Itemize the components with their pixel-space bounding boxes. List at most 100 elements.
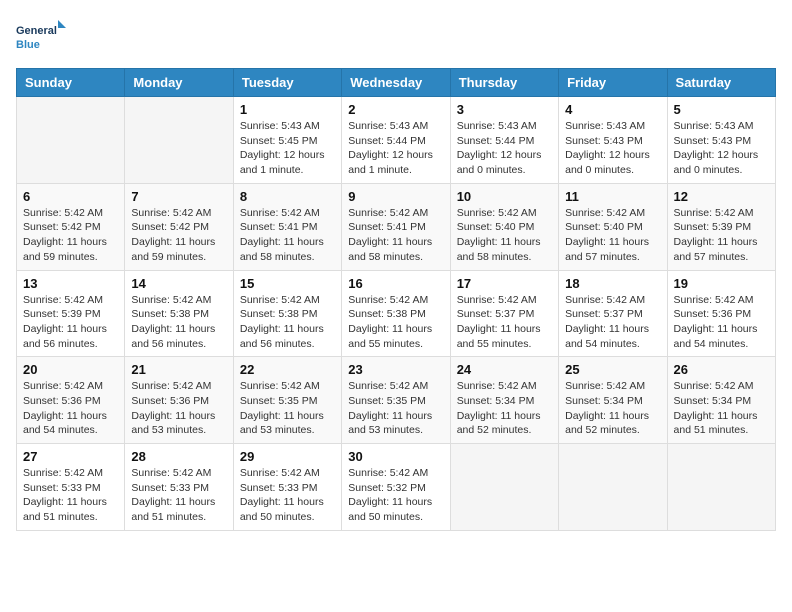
day-number: 5 [674, 102, 769, 117]
day-info: Sunrise: 5:42 AMSunset: 5:39 PMDaylight:… [23, 293, 118, 352]
day-number: 14 [131, 276, 226, 291]
day-number: 25 [565, 362, 660, 377]
calendar-cell [559, 444, 667, 531]
day-info: Sunrise: 5:42 AMSunset: 5:34 PMDaylight:… [565, 379, 660, 438]
day-number: 17 [457, 276, 552, 291]
day-number: 20 [23, 362, 118, 377]
calendar-cell [125, 97, 233, 184]
day-number: 11 [565, 189, 660, 204]
calendar-cell: 3Sunrise: 5:43 AMSunset: 5:44 PMDaylight… [450, 97, 558, 184]
day-number: 19 [674, 276, 769, 291]
calendar-cell: 1 Sunrise: 5:43 AMSunset: 5:45 PMDaylight… [233, 97, 341, 184]
calendar-cell: 28 Sunrise: 5:42 AMSunset: 5:33 PMDayligh… [125, 444, 233, 531]
day-info: Sunrise: 5:42 AMSunset: 5:41 PMDaylight:… [348, 206, 443, 265]
day-number: 15 [240, 276, 335, 291]
day-info: Sunrise: 5:42 AMSunset: 5:40 PMDaylight:… [565, 206, 660, 265]
weekday-header-tuesday: Tuesday [233, 69, 341, 97]
calendar-cell: 24Sunrise: 5:42 AMSunset: 5:34 PMDayligh… [450, 357, 558, 444]
calendar-cell: 7 Sunrise: 5:42 AMSunset: 5:42 PMDaylight… [125, 183, 233, 270]
day-info: Sunrise: 5:43 AMSunset: 5:43 PMDaylight:… [674, 119, 769, 178]
day-info: Sunrise: 5:42 AMSunset: 5:40 PMDaylight:… [457, 206, 552, 265]
calendar-cell: 5 Sunrise: 5:43 AMSunset: 5:43 PMDaylight… [667, 97, 775, 184]
calendar-cell: 11 Sunrise: 5:42 AMSunset: 5:40 PMDayligh… [559, 183, 667, 270]
day-info: Sunrise: 5:42 AMSunset: 5:33 PMDaylight:… [131, 466, 226, 525]
day-info: Sunrise: 5:42 AMSunset: 5:34 PMDaylight:… [457, 379, 552, 438]
day-number: 1 [240, 102, 335, 117]
day-info: Sunrise: 5:42 AMSunset: 5:33 PMDaylight:… [240, 466, 335, 525]
day-info: Sunrise: 5:43 AMSunset: 5:43 PMDaylight:… [565, 119, 660, 178]
calendar-cell [17, 97, 125, 184]
weekday-header-monday: Monday [125, 69, 233, 97]
day-info: Sunrise: 5:42 AMSunset: 5:38 PMDaylight:… [131, 293, 226, 352]
calendar-cell: 20 Sunrise: 5:42 AMSunset: 5:36 PMDayligh… [17, 357, 125, 444]
day-info: Sunrise: 5:42 AMSunset: 5:38 PMDaylight:… [348, 293, 443, 352]
calendar-cell: 21 Sunrise: 5:42 AMSunset: 5:36 PMDayligh… [125, 357, 233, 444]
weekday-header-thursday: Thursday [450, 69, 558, 97]
day-info: Sunrise: 5:42 AMSunset: 5:36 PMDaylight:… [131, 379, 226, 438]
calendar-cell [667, 444, 775, 531]
calendar-cell: 27 Sunrise: 5:42 AMSunset: 5:33 PMDayligh… [17, 444, 125, 531]
day-info: Sunrise: 5:43 AMSunset: 5:44 PMDaylight:… [348, 119, 443, 178]
day-info: Sunrise: 5:42 AMSunset: 5:37 PMDaylight:… [457, 293, 552, 352]
day-info: Sunrise: 5:42 AMSunset: 5:38 PMDaylight:… [240, 293, 335, 352]
day-number: 7 [131, 189, 226, 204]
day-number: 6 [23, 189, 118, 204]
logo-svg: General Blue [16, 16, 66, 56]
day-info: Sunrise: 5:42 AMSunset: 5:41 PMDaylight:… [240, 206, 335, 265]
calendar-cell: 14 Sunrise: 5:42 AMSunset: 5:38 PMDayligh… [125, 270, 233, 357]
calendar-cell: 29Sunrise: 5:42 AMSunset: 5:33 PMDayligh… [233, 444, 341, 531]
day-number: 12 [674, 189, 769, 204]
day-number: 28 [131, 449, 226, 464]
day-number: 3 [457, 102, 552, 117]
day-number: 2 [348, 102, 443, 117]
calendar-cell: 12 Sunrise: 5:42 AMSunset: 5:39 PMDayligh… [667, 183, 775, 270]
day-info: Sunrise: 5:42 AMSunset: 5:35 PMDaylight:… [348, 379, 443, 438]
calendar-cell: 16 Sunrise: 5:42 AMSunset: 5:38 PMDayligh… [342, 270, 450, 357]
calendar-cell: 25 Sunrise: 5:42 AMSunset: 5:34 PMDayligh… [559, 357, 667, 444]
weekday-header-sunday: Sunday [17, 69, 125, 97]
calendar-cell: 9Sunrise: 5:42 AMSunset: 5:41 PMDaylight… [342, 183, 450, 270]
calendar-cell: 4 Sunrise: 5:43 AMSunset: 5:43 PMDaylight… [559, 97, 667, 184]
calendar-cell: 2 Sunrise: 5:43 AMSunset: 5:44 PMDaylight… [342, 97, 450, 184]
svg-text:Blue: Blue [16, 39, 40, 51]
day-info: Sunrise: 5:42 AMSunset: 5:36 PMDaylight:… [23, 379, 118, 438]
calendar-cell: 19Sunrise: 5:42 AMSunset: 5:36 PMDayligh… [667, 270, 775, 357]
calendar-cell: 30 Sunrise: 5:42 AMSunset: 5:32 PMDayligh… [342, 444, 450, 531]
day-number: 23 [348, 362, 443, 377]
calendar-cell: 6Sunrise: 5:42 AMSunset: 5:42 PMDaylight… [17, 183, 125, 270]
day-number: 4 [565, 102, 660, 117]
weekday-header-wednesday: Wednesday [342, 69, 450, 97]
header: General Blue [16, 16, 776, 56]
day-info: Sunrise: 5:42 AMSunset: 5:39 PMDaylight:… [674, 206, 769, 265]
day-info: Sunrise: 5:42 AMSunset: 5:32 PMDaylight:… [348, 466, 443, 525]
day-number: 16 [348, 276, 443, 291]
day-number: 13 [23, 276, 118, 291]
calendar-cell [450, 444, 558, 531]
day-info: Sunrise: 5:42 AMSunset: 5:37 PMDaylight:… [565, 293, 660, 352]
calendar-cell: 22Sunrise: 5:42 AMSunset: 5:35 PMDayligh… [233, 357, 341, 444]
week-row-2: 6 Sunrise: 5:42 AMSunset: 5:42 PMDaylight… [17, 183, 776, 270]
weekday-header-saturday: Saturday [667, 69, 775, 97]
calendar-cell: 8Sunrise: 5:42 AMSunset: 5:41 PMDaylight… [233, 183, 341, 270]
calendar-cell: 13 Sunrise: 5:42 AMSunset: 5:39 PMDayligh… [17, 270, 125, 357]
week-row-4: 20 Sunrise: 5:42 AMSunset: 5:36 PMDayligh… [17, 357, 776, 444]
week-row-3: 13 Sunrise: 5:42 AMSunset: 5:39 PMDayligh… [17, 270, 776, 357]
week-row-1: 1 Sunrise: 5:43 AMSunset: 5:45 PMDaylight… [17, 97, 776, 184]
day-number: 22 [240, 362, 335, 377]
calendar-cell: 23 Sunrise: 5:42 AMSunset: 5:35 PMDayligh… [342, 357, 450, 444]
weekday-header-friday: Friday [559, 69, 667, 97]
day-info: Sunrise: 5:43 AMSunset: 5:45 PMDaylight:… [240, 119, 335, 178]
calendar-cell: 26Sunrise: 5:42 AMSunset: 5:34 PMDayligh… [667, 357, 775, 444]
svg-text:General: General [16, 25, 57, 37]
calendar-cell: 18 Sunrise: 5:42 AMSunset: 5:37 PMDayligh… [559, 270, 667, 357]
day-info: Sunrise: 5:42 AMSunset: 5:33 PMDaylight:… [23, 466, 118, 525]
day-number: 30 [348, 449, 443, 464]
day-number: 26 [674, 362, 769, 377]
calendar-table: SundayMondayTuesdayWednesdayThursdayFrid… [16, 68, 776, 531]
day-number: 18 [565, 276, 660, 291]
day-info: Sunrise: 5:42 AMSunset: 5:42 PMDaylight:… [131, 206, 226, 265]
day-number: 21 [131, 362, 226, 377]
calendar-cell: 17 Sunrise: 5:42 AMSunset: 5:37 PMDayligh… [450, 270, 558, 357]
day-number: 27 [23, 449, 118, 464]
day-number: 10 [457, 189, 552, 204]
